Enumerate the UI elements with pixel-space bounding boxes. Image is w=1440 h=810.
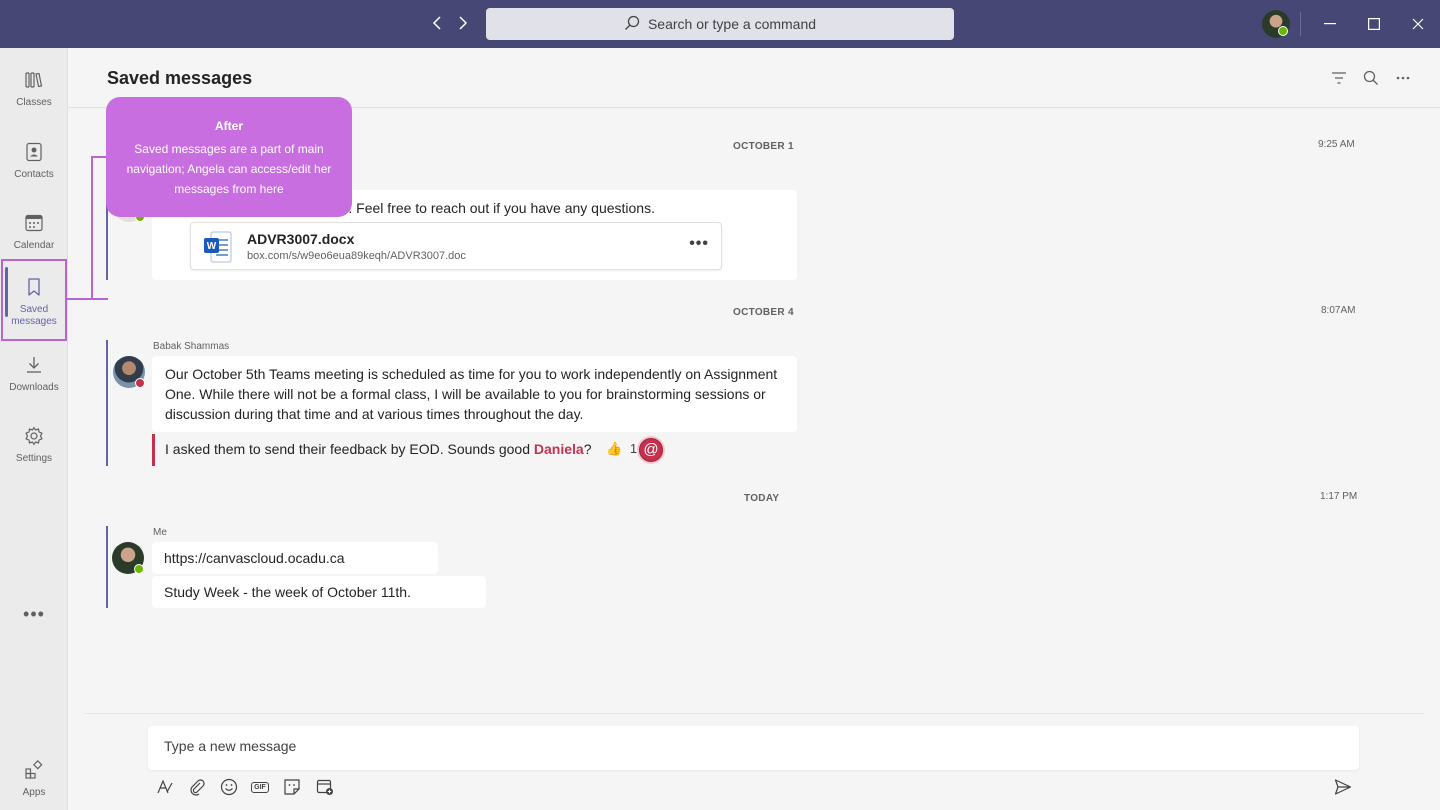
- rail-item-saved-messages[interactable]: Saved messages: [1, 259, 67, 341]
- rail-item-downloads[interactable]: Downloads: [0, 355, 68, 421]
- bookmark-icon: [24, 277, 44, 304]
- message-text: Our October 5th Teams meeting is schedul…: [165, 366, 778, 422]
- divider: [1300, 12, 1301, 36]
- reaction-like[interactable]: 👍 1: [606, 441, 637, 457]
- message-text: Study Week - the week of October 11th.: [164, 584, 411, 600]
- emoji-icon[interactable]: [219, 777, 239, 797]
- thread-indicator: [106, 340, 108, 466]
- divider: [84, 713, 1424, 714]
- thread-indicator: [106, 526, 108, 608]
- sender-name: Me: [153, 527, 167, 538]
- sticker-icon[interactable]: [282, 777, 302, 797]
- message-bubble[interactable]: Study Week - the week of October 11th.: [152, 576, 486, 608]
- date-separator: OCTOBER 4: [733, 307, 794, 318]
- active-indicator: [5, 267, 8, 317]
- rail-item-contacts[interactable]: Contacts: [0, 142, 68, 208]
- maximize-icon[interactable]: [1362, 12, 1386, 36]
- forward-arrow-icon[interactable]: [452, 14, 472, 34]
- title-bar: Search or type a command: [0, 0, 1440, 48]
- message-text: abus. Feel free to reach out if you have…: [318, 200, 655, 216]
- back-arrow-icon[interactable]: [428, 14, 448, 34]
- gear-icon: [24, 426, 44, 453]
- mention-at-icon: @: [639, 438, 663, 462]
- download-icon: [24, 355, 44, 382]
- thumbs-up-icon: 👍: [606, 441, 623, 456]
- urgent-indicator: [152, 434, 155, 466]
- quote-text: I asked them to send their feedback by E…: [165, 441, 592, 457]
- attach-icon[interactable]: [187, 777, 207, 797]
- more-options-icon[interactable]: [1393, 68, 1413, 88]
- rail-item-label: Downloads: [9, 382, 59, 393]
- minimize-icon[interactable]: [1318, 12, 1342, 36]
- message-time: 9:25 AM: [1318, 139, 1355, 150]
- quote-text-suffix: ?: [583, 441, 592, 457]
- rail-item-settings[interactable]: Settings: [0, 426, 68, 492]
- contacts-icon: [24, 142, 44, 169]
- format-icon[interactable]: [155, 777, 175, 797]
- file-attachment[interactable]: W ADVR3007.docx box.com/s/w9eo6eua89keqh…: [190, 222, 722, 270]
- search-placeholder: Search or type a command: [647, 16, 817, 32]
- rail-item-label: Classes: [16, 97, 52, 108]
- word-doc-icon: W: [203, 231, 233, 268]
- search-icon[interactable]: [1361, 68, 1381, 88]
- file-more-options-icon[interactable]: •••: [689, 235, 709, 253]
- rail-item-classes[interactable]: Classes: [0, 70, 68, 136]
- search-input[interactable]: Search or type a command: [486, 8, 954, 40]
- sender-name: Babak Shammas: [153, 341, 230, 352]
- rail-item-label: Contacts: [14, 169, 54, 180]
- message-time: 1:17 PM: [1320, 491, 1358, 502]
- message-bubble[interactable]: https://canvascloud.ocadu.ca: [152, 542, 438, 574]
- filter-icon[interactable]: [1329, 68, 1349, 88]
- quote-text-prefix: I asked them to send their feedback by E…: [165, 441, 534, 457]
- presence-available-icon: [134, 564, 144, 574]
- message-link[interactable]: https://canvascloud.ocadu.ca: [164, 550, 345, 566]
- calendar-icon: [24, 213, 44, 240]
- gif-icon[interactable]: GIF: [250, 777, 270, 797]
- apps-icon: [24, 760, 44, 787]
- file-url: box.com/s/w9eo6eua89keqh/ADVR3007.doc: [247, 250, 466, 262]
- message-time: 8:07AM: [1321, 305, 1356, 316]
- file-name: ADVR3007.docx: [247, 231, 355, 247]
- date-separator: OCTOBER 1: [733, 141, 794, 152]
- annotation-body: Saved messages are a part of main naviga…: [126, 142, 332, 196]
- sender-avatar: [113, 356, 145, 388]
- date-separator: TODAY: [744, 493, 780, 504]
- rail-item-label-line2: messages: [11, 316, 57, 327]
- schedule-meeting-icon[interactable]: [315, 777, 335, 797]
- app-rail: Classes Contacts Calendar Saved messages…: [0, 48, 68, 810]
- send-icon[interactable]: [1333, 777, 1353, 797]
- rail-item-label: Settings: [15, 453, 53, 464]
- svg-text:W: W: [207, 241, 217, 252]
- annotation-connector: [66, 298, 93, 300]
- presence-busy-icon: [135, 378, 145, 388]
- sender-avatar: [112, 542, 144, 574]
- more-apps-icon[interactable]: •••: [0, 604, 68, 625]
- rail-item-label: Calendar: [13, 240, 55, 251]
- message-bubble[interactable]: Our October 5th Teams meeting is schedul…: [152, 356, 797, 432]
- rail-item-apps[interactable]: Apps: [0, 760, 68, 810]
- search-icon: [624, 15, 648, 34]
- annotation-callout: After Saved messages are a part of main …: [106, 97, 352, 217]
- classes-icon: [24, 70, 44, 97]
- page-title: Saved messages: [107, 68, 253, 88]
- close-icon[interactable]: [1406, 12, 1430, 36]
- user-avatar[interactable]: [1262, 10, 1290, 38]
- message-input[interactable]: [164, 738, 1164, 754]
- rail-item-label: Apps: [22, 787, 46, 798]
- annotation-title: After: [214, 119, 243, 133]
- mention[interactable]: Daniela: [534, 441, 584, 457]
- presence-available-icon: [1278, 26, 1288, 36]
- gif-label: GIF: [251, 781, 269, 793]
- reaction-count: 1: [629, 441, 638, 456]
- quoted-reply[interactable]: I asked them to send their feedback by E…: [152, 434, 672, 466]
- rail-item-label-line1: Saved: [19, 304, 49, 315]
- compose-box[interactable]: [148, 726, 1359, 770]
